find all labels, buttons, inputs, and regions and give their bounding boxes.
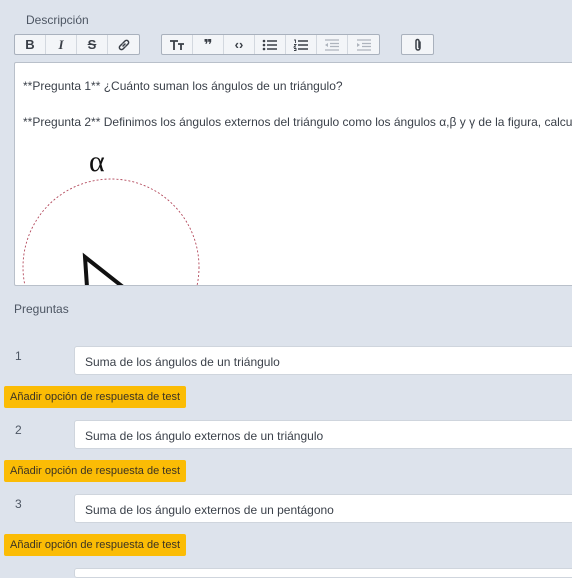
figure-dashed-circle bbox=[22, 178, 200, 285]
link-button[interactable] bbox=[108, 35, 139, 54]
block-format-group: ❞ ‹› bbox=[161, 34, 380, 55]
editor-line-2: **Pregunta 2** Definimos los ángulos ext… bbox=[23, 115, 572, 129]
indent-icon bbox=[356, 38, 371, 51]
description-label: Descripción bbox=[26, 13, 89, 27]
editor-line-1: **Pregunta 1** ¿Cuánto suman los ángulos… bbox=[23, 79, 343, 93]
heading-icon bbox=[170, 39, 184, 50]
bold-label: B bbox=[25, 37, 35, 52]
question-input-3[interactable]: Suma de los ángulo externos de un pentág… bbox=[74, 494, 572, 523]
add-test-option-button-3[interactable]: Añadir opción de respuesta de test bbox=[4, 534, 187, 556]
description-editor[interactable]: **Pregunta 1** ¿Cuánto suman los ángulos… bbox=[14, 62, 572, 286]
heading-button[interactable] bbox=[162, 35, 193, 54]
link-icon bbox=[118, 39, 129, 50]
triangle-figure-image: α bbox=[22, 145, 200, 285]
text-format-group: B I S bbox=[14, 34, 140, 55]
code-button[interactable]: ‹› bbox=[224, 35, 255, 54]
editor-toolbar: B I S ❞ ‹› bbox=[14, 34, 455, 55]
questions-label: Preguntas bbox=[14, 302, 69, 316]
quote-button[interactable]: ❞ bbox=[193, 35, 224, 54]
question-input-2[interactable]: Suma de los ángulo externos de un triáng… bbox=[74, 420, 572, 449]
add-test-option-button-1[interactable]: Añadir opción de respuesta de test bbox=[4, 386, 187, 408]
figure-alpha-label: α bbox=[89, 145, 105, 178]
attach-button[interactable] bbox=[402, 35, 433, 54]
italic-button[interactable]: I bbox=[46, 35, 77, 54]
question-input-next[interactable] bbox=[74, 568, 572, 578]
bold-button[interactable]: B bbox=[15, 35, 46, 54]
question-number-1: 1 bbox=[15, 349, 22, 363]
bullet-list-icon bbox=[262, 39, 277, 50]
quote-icon: ❞ bbox=[203, 36, 213, 54]
question-number-3: 3 bbox=[15, 497, 22, 511]
add-test-option-button-2[interactable]: Añadir opción de respuesta de test bbox=[4, 460, 187, 482]
question-number-2: 2 bbox=[15, 423, 22, 437]
indent-button[interactable] bbox=[348, 35, 379, 54]
strikethrough-button[interactable]: S bbox=[77, 35, 108, 54]
figure-angle-stroke bbox=[82, 252, 124, 285]
code-icon: ‹› bbox=[234, 37, 244, 52]
paperclip-icon bbox=[414, 38, 421, 51]
bullet-list-button[interactable] bbox=[255, 35, 286, 54]
italic-label: I bbox=[58, 36, 64, 52]
question-input-1[interactable]: Suma de los ángulos de un triángulo bbox=[74, 346, 572, 375]
numbered-list-icon bbox=[293, 39, 308, 51]
outdent-button[interactable] bbox=[317, 35, 348, 54]
strike-label: S bbox=[87, 37, 97, 52]
numbered-list-button[interactable] bbox=[286, 35, 317, 54]
outdent-icon bbox=[325, 38, 339, 51]
attach-group bbox=[401, 34, 434, 55]
